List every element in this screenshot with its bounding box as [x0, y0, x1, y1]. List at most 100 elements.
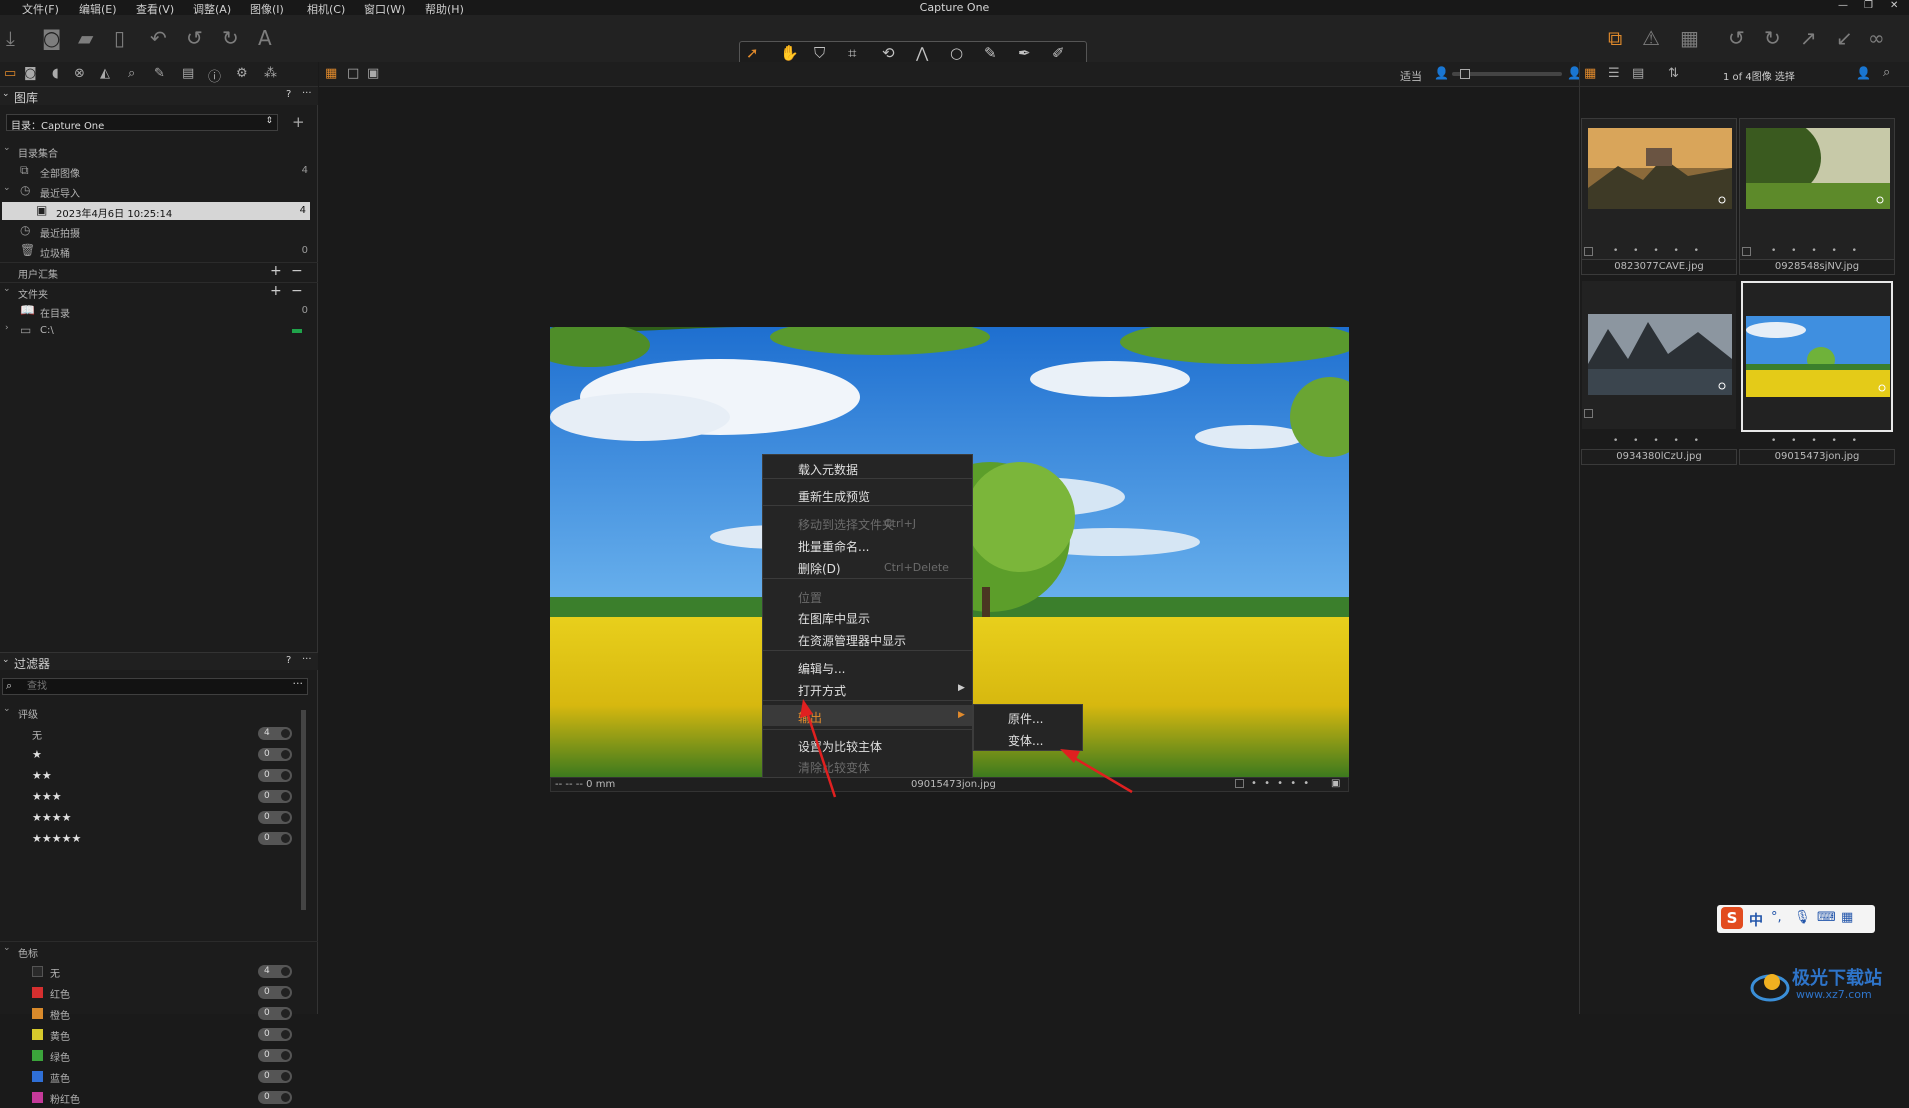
rating-count-toggle[interactable]: 0 [258, 790, 292, 803]
drive-item[interactable]: › ▭ C:\ [0, 322, 318, 340]
filters-header[interactable]: ⌄ 过滤器 ? ··· [0, 652, 318, 671]
single-view-icon[interactable]: □ [347, 66, 359, 81]
select-checkbox[interactable] [1584, 409, 1593, 418]
recent-captures-item[interactable]: ◷ 最近拍摄 [0, 222, 318, 240]
apply-adjust-icon[interactable]: ↙ [1836, 27, 1853, 49]
import-date-item[interactable]: ▣ 2023年4月6日 10:25:14 4 [2, 202, 310, 220]
library-tab-icon[interactable]: ▭ [4, 66, 16, 81]
picker-tool-icon[interactable]: ✒ [1018, 44, 1031, 62]
rating-filter-row[interactable]: ★★★★ 0 [0, 807, 300, 828]
crop-tool-icon[interactable]: ⌗ [848, 44, 856, 62]
list-view-icon[interactable]: ☰ [1608, 66, 1620, 81]
remove-folder-icon[interactable]: − [291, 283, 303, 299]
in-catalog-item[interactable]: 📖 在目录 0 [0, 302, 318, 320]
remove-collection-icon[interactable]: − [291, 263, 303, 279]
compare-view-icon[interactable]: ▣ [367, 66, 379, 81]
camera-icon[interactable]: ◙ [42, 27, 61, 49]
color-header[interactable]: ⌄ 色标 [0, 941, 318, 960]
loupe-tool-icon[interactable]: ⛉ [814, 44, 825, 62]
all-images-item[interactable]: ⧉ 全部图像 4 [0, 162, 318, 180]
color-filter-row[interactable]: 粉红色 0 [0, 1087, 300, 1108]
recent-imports-item[interactable]: ⌄ ◷ 最近导入 [0, 182, 318, 200]
ime-toolbar[interactable]: S 中 °, 🎙 ⌨ ▦ [1717, 905, 1875, 933]
batch-tab-icon[interactable]: ⁂ [264, 66, 277, 81]
rating-header[interactable]: ⌄ 评级 [0, 703, 318, 721]
import-icon[interactable]: ⤓ [6, 27, 15, 49]
folders-header[interactable]: ⌄ 文件夹 + − [0, 282, 318, 301]
annotate-tool-icon[interactable]: ✐ [1052, 44, 1065, 62]
text-icon[interactable]: A [258, 27, 272, 49]
select-tool-icon[interactable]: ➚ [746, 44, 759, 62]
trash-icon[interactable]: ▯ [114, 27, 125, 49]
thumbnail-rating[interactable]: • • • • • [1739, 436, 1895, 449]
spot-tool-icon[interactable]: ○ [950, 44, 963, 62]
color-filter-row[interactable]: 黄色 0 [0, 1024, 300, 1045]
rating-filter-row[interactable]: ★★★ 0 [0, 786, 300, 807]
catalog-collections[interactable]: ⌄ 目录集合 [0, 142, 318, 160]
thumbnail-3[interactable] [1581, 280, 1737, 430]
help-icon[interactable]: ? [286, 655, 291, 666]
close-icon[interactable]: ✕ [1890, 0, 1898, 11]
warning-icon[interactable]: ⚠ [1642, 27, 1660, 49]
color-count-toggle[interactable]: 0 [258, 1028, 292, 1041]
redo-icon[interactable]: ↻ [222, 27, 239, 49]
zoom-slider-thumb[interactable] [1460, 69, 1470, 79]
library-header[interactable]: ⌄ 图库 ? ··· [0, 87, 318, 105]
add-folder-icon[interactable]: + [270, 283, 282, 299]
filmstrip-view-icon[interactable]: ▤ [1632, 66, 1644, 81]
keystone-tool-icon[interactable]: ⋀ [916, 44, 928, 62]
microphone-icon[interactable]: 🎙 [1794, 910, 1811, 925]
punctuation-icon[interactable]: °, [1771, 910, 1782, 925]
undo-all-icon[interactable]: ↶ [150, 27, 167, 49]
color-count-toggle[interactable]: 0 [258, 986, 292, 999]
search-icon[interactable]: ⌕ [1883, 65, 1890, 80]
color-filter-row[interactable]: 红色 0 [0, 982, 300, 1003]
glasses-icon[interactable]: ∞ [1868, 27, 1885, 49]
catalog-select[interactable]: 目录：Capture One ⇕ [6, 114, 278, 132]
filter-search[interactable]: ⌕ ··· [2, 677, 308, 695]
zoom-slider[interactable] [1452, 69, 1562, 79]
more-icon[interactable]: ··· [302, 654, 312, 665]
color-tab-icon[interactable]: ⊗ [74, 66, 85, 81]
multi-view-icon[interactable]: ▦ [325, 66, 337, 81]
color-filter-row[interactable]: 绿色 0 [0, 1045, 300, 1066]
fit-label[interactable]: 适当 [1400, 68, 1422, 84]
metadata-tab-icon[interactable]: ⓘ [208, 66, 221, 85]
user-collections-header[interactable]: 用户汇集 + − [0, 262, 318, 281]
minimize-icon[interactable]: — [1838, 0, 1848, 11]
thumbnail-rating[interactable]: • • • • • [1581, 246, 1737, 259]
rating-filter-row[interactable]: ★ 0 [0, 744, 300, 765]
brush-tool-icon[interactable]: ✎ [984, 44, 997, 62]
color-count-toggle[interactable]: 4 [258, 965, 292, 978]
color-filter-row[interactable]: 蓝色 0 [0, 1066, 300, 1087]
capture-tab-icon[interactable]: ◙ [24, 66, 37, 81]
color-filter-row[interactable]: 无4 [0, 961, 300, 982]
more-icon[interactable]: ··· [302, 88, 312, 99]
color-count-toggle[interactable]: 0 [258, 1049, 292, 1062]
lens-tab-icon[interactable]: ◖ [52, 66, 59, 81]
add-catalog-icon[interactable]: + [292, 113, 305, 131]
keyboard-icon[interactable]: ⌨ [1817, 910, 1836, 925]
rating-filter-row[interactable]: ★★★★★ 0 [0, 828, 300, 849]
rotate-right-icon[interactable]: ↻ [1764, 27, 1781, 49]
output-tab-icon[interactable]: ▤ [182, 66, 194, 81]
maximize-icon[interactable]: ❐ [1864, 0, 1873, 11]
folder-icon[interactable]: ▰ [78, 27, 93, 49]
trash-item[interactable]: 🗑 垃圾桶 0 [0, 242, 318, 260]
grid-icon[interactable]: ▦ [1680, 27, 1699, 49]
local-adjust-tab-icon[interactable]: ✎ [154, 66, 165, 81]
thumbnail-rating[interactable]: • • • • • [1739, 246, 1895, 259]
search-options-icon[interactable]: ··· [293, 677, 304, 690]
color-count-toggle[interactable]: 0 [258, 1070, 292, 1083]
rating-filter-row[interactable]: ★★ 0 [0, 765, 300, 786]
filter-scrollbar[interactable] [301, 710, 306, 910]
stack-icon[interactable]: ⧉ [1608, 27, 1622, 49]
details-tab-icon[interactable]: ⌕ [128, 66, 135, 81]
add-collection-icon[interactable]: + [270, 263, 282, 279]
rating-count-toggle[interactable]: 0 [258, 811, 292, 824]
thumbnail-4-selected[interactable] [1741, 281, 1893, 432]
copy-adjust-icon[interactable]: ↗ [1800, 27, 1817, 49]
rating-count-toggle[interactable]: 4 [258, 727, 292, 740]
exposure-tab-icon[interactable]: ◭ [100, 66, 110, 81]
thumbnail-rating[interactable]: • • • • • [1581, 436, 1737, 449]
